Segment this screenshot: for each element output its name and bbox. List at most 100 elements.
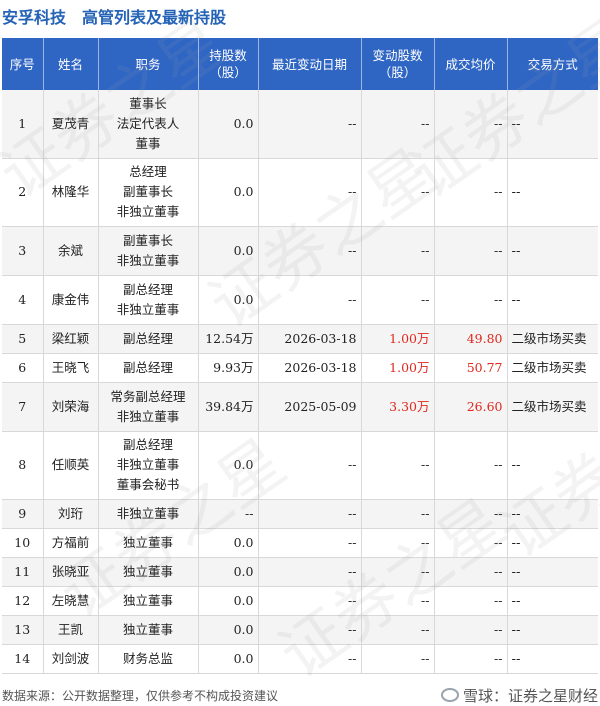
position-line: 副董事长 bbox=[122, 184, 173, 199]
executive-name: 左晓慧 bbox=[43, 586, 99, 616]
data-source-note: 数据来源：公开数据整理，仅供参考不构成投资建议 bbox=[2, 688, 279, 703]
executive-name: 王晓飞 bbox=[43, 353, 99, 383]
shares-held: 0.0 bbox=[198, 615, 259, 645]
table-row: 7 刘荣海 常务副总经理 非独立董事 39.84万 2025-05-09 3.30万 26.6… bbox=[2, 382, 598, 432]
table-row: 11 张晓亚 独立董事 0.0 -- -- -- -- bbox=[2, 557, 598, 587]
executive-name: 刘珩 bbox=[43, 499, 99, 529]
trade-method: -- bbox=[507, 644, 598, 674]
row-index: 5 bbox=[2, 324, 44, 354]
shares-held: 12.54万 bbox=[198, 324, 259, 354]
row-index: 4 bbox=[2, 275, 44, 325]
shares-held: 0.0 bbox=[198, 431, 259, 500]
position-line: 独立董事 bbox=[122, 563, 173, 579]
table-row: 2 林隆华 总经理 副董事长 非独立董事 0.0 -- -- -- -- bbox=[2, 158, 598, 227]
executive-name: 林隆华 bbox=[43, 158, 99, 227]
shares-held: 9.93万 bbox=[198, 353, 259, 383]
average-price: -- bbox=[434, 158, 508, 227]
trade-method: -- bbox=[507, 586, 598, 616]
column-header: 交易方式 bbox=[507, 38, 598, 90]
position-line: 副总经理 bbox=[122, 330, 173, 346]
executive-position: 董事长 法定代表人 董事 bbox=[98, 90, 199, 159]
shares-changed: 1.00万 bbox=[361, 353, 435, 383]
table-row: 6 王晓飞 副总经理 9.93万 2026-03-18 1.00万 50.77 二级市场买卖 bbox=[2, 353, 598, 383]
trade-method: -- bbox=[507, 226, 598, 276]
column-header: 变动股数 （股） bbox=[361, 38, 435, 90]
average-price: -- bbox=[434, 615, 508, 645]
trade-method: -- bbox=[507, 528, 598, 558]
shares-held: 0.0 bbox=[198, 158, 259, 227]
position-line: 法定代表人 bbox=[116, 115, 180, 131]
shares-changed: -- bbox=[361, 528, 435, 558]
shares-changed: 1.00万 bbox=[361, 324, 435, 354]
executive-position: 副总经理 bbox=[98, 353, 199, 383]
executive-name: 任顺英 bbox=[43, 431, 99, 500]
table-row: 4 康金伟 副总经理 非独立董事 0.0 -- -- -- -- bbox=[2, 275, 598, 325]
average-price: -- bbox=[434, 528, 508, 558]
page-title: 高管列表及最新持股 bbox=[82, 8, 227, 27]
executive-position: 总经理 副董事长 非独立董事 bbox=[98, 158, 199, 227]
table-row: 10 方福前 独立董事 0.0 -- -- -- -- bbox=[2, 528, 598, 558]
title-bar: 安孚科技 高管列表及最新持股 bbox=[0, 0, 600, 32]
average-price: -- bbox=[434, 226, 508, 276]
average-price: -- bbox=[434, 431, 508, 500]
trade-method: -- bbox=[507, 615, 598, 645]
trade-method: -- bbox=[507, 431, 598, 500]
executive-position: 副总经理 非独立董事 bbox=[98, 275, 199, 325]
average-price: -- bbox=[434, 557, 508, 587]
last-change-date: 2025-05-09 bbox=[258, 382, 362, 432]
last-change-date: 2026-03-18 bbox=[258, 353, 362, 383]
executive-position: 独立董事 bbox=[98, 557, 199, 587]
column-header: 姓名 bbox=[43, 38, 99, 90]
position-line: 非独立董事 bbox=[116, 252, 180, 268]
last-change-date: -- bbox=[258, 615, 362, 645]
shares-changed: -- bbox=[361, 431, 435, 500]
row-index: 11 bbox=[2, 557, 44, 587]
position-line: 常务副总经理 bbox=[110, 388, 186, 404]
table-row: 8 任顺英 副总经理 非独立董事 董事会秘书 0.0 -- -- -- -- bbox=[2, 431, 598, 500]
table-row: 9 刘珩 非独立董事 -- -- -- -- -- bbox=[2, 499, 598, 529]
position-line: 非独立董事 bbox=[116, 408, 180, 424]
position-line: 非独立董事 bbox=[116, 457, 180, 472]
average-price: -- bbox=[434, 586, 508, 616]
table-header-row: 序号 姓名 职务 持股数 （股） 最近变动日期 变动股数 （股） 成交均价 交易方式 bbox=[2, 38, 598, 90]
row-index: 9 bbox=[2, 499, 44, 529]
shares-held: 0.0 bbox=[198, 226, 259, 276]
position-line: 独立董事 bbox=[122, 621, 173, 637]
row-index: 14 bbox=[2, 644, 44, 674]
shares-changed: -- bbox=[361, 615, 435, 645]
table-row: 13 王凯 独立董事 0.0 -- -- -- -- bbox=[2, 615, 598, 645]
trade-method: -- bbox=[507, 275, 598, 325]
position-line: 副总经理 bbox=[122, 359, 173, 375]
position-line: 非独立董事 bbox=[116, 204, 180, 219]
snowball-logo-icon bbox=[440, 688, 459, 702]
column-header: 序号 bbox=[2, 38, 44, 90]
company-name: 安孚科技 bbox=[2, 8, 67, 27]
executive-name: 方福前 bbox=[43, 528, 99, 558]
trade-method: 二级市场买卖 bbox=[507, 382, 598, 432]
row-index: 13 bbox=[2, 615, 44, 645]
row-index: 7 bbox=[2, 382, 44, 432]
shares-changed: -- bbox=[361, 644, 435, 674]
column-header: 持股数 （股） bbox=[198, 38, 259, 90]
average-price: 26.60 bbox=[434, 382, 508, 432]
table-row: 14 刘剑波 财务总监 0.0 -- -- -- -- bbox=[2, 644, 598, 674]
average-price: 50.77 bbox=[434, 353, 508, 383]
executive-name: 夏茂青 bbox=[43, 90, 99, 159]
row-index: 3 bbox=[2, 226, 44, 276]
executive-name: 梁红颖 bbox=[43, 324, 99, 354]
trade-method: -- bbox=[507, 499, 598, 529]
executive-name: 康金伟 bbox=[43, 275, 99, 325]
average-price: -- bbox=[434, 499, 508, 529]
position-line: 非独立董事 bbox=[116, 301, 180, 317]
table-body: 1 夏茂青 董事长 法定代表人 董事 0.0 -- -- -- -- 2 林隆华 总经理 副董事长 非独立董… bbox=[2, 90, 598, 674]
brand-label: 雪球：证券之星财经 bbox=[462, 686, 598, 705]
shares-held: -- bbox=[198, 499, 259, 529]
position-line: 董事会秘书 bbox=[116, 477, 180, 492]
column-header: 成交均价 bbox=[434, 38, 508, 90]
position-line: 独立董事 bbox=[122, 534, 173, 550]
row-index: 1 bbox=[2, 90, 44, 159]
executive-position: 独立董事 bbox=[98, 586, 199, 616]
brand: 雪球：证券之星财经 bbox=[440, 685, 598, 706]
position-line: 财务总监 bbox=[122, 650, 173, 666]
executive-position: 独立董事 bbox=[98, 615, 199, 645]
